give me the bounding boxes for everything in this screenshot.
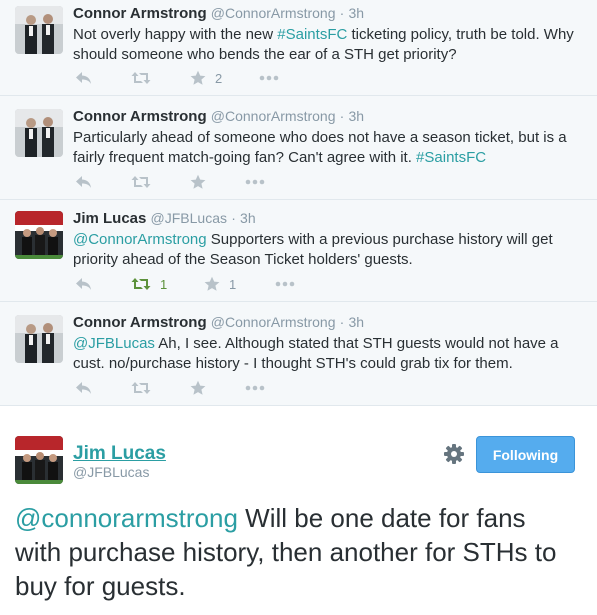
reply-button[interactable] [75,274,92,294]
tweet[interactable]: Connor Armstrong @ConnorArmstrong · 3h @… [0,302,597,406]
author-handle[interactable]: @ConnorArmstrong [211,5,336,21]
hashtag-link[interactable]: #SaintsFC [416,149,486,166]
reply-button[interactable] [75,172,92,192]
tweet[interactable]: Connor Armstrong @ConnorArmstrong · 3h P… [0,96,597,200]
author-name[interactable]: Connor Armstrong [73,108,207,125]
favorite-button[interactable] [190,378,215,398]
author-name[interactable]: Jim Lucas [73,443,166,465]
avatar[interactable] [15,211,63,259]
gear-icon [444,444,464,464]
mention-link[interactable]: @ConnorArmstrong [73,231,207,248]
more-button[interactable] [245,378,265,398]
reply-icon [76,176,91,188]
author-name[interactable]: Connor Armstrong [73,314,207,331]
favorite-count: 1 [229,276,237,292]
reply-button[interactable] [75,378,92,398]
mention-link[interactable]: @JFBLucas [73,335,155,352]
retweet-button[interactable]: 1 [131,274,167,294]
retweet-button[interactable] [131,68,160,88]
retweet-button[interactable] [131,378,160,398]
star-icon [190,380,206,395]
more-dots-icon [245,179,265,185]
timestamp[interactable]: 3h [240,210,256,226]
avatar[interactable] [15,436,63,484]
avatar[interactable] [15,315,63,363]
author-name[interactable]: Jim Lucas [73,210,146,227]
tweet-text: @JFBLucas Ah, I see. Although stated tha… [73,334,585,374]
reply-icon [76,278,91,290]
mention-link[interactable]: @connorarmstrong [15,503,238,533]
reply-icon [76,382,91,394]
separator: · [339,314,345,330]
separator: · [231,210,236,226]
separator: · [339,5,345,21]
retweet-icon [131,278,151,290]
avatar[interactable] [15,6,63,54]
author-handle[interactable]: @ConnorArmstrong [211,108,336,124]
author-handle[interactable]: @JFBLucas [73,464,149,480]
more-button[interactable] [275,274,295,294]
retweet-button[interactable] [131,172,160,192]
avatar[interactable] [15,109,63,157]
tweet-text: @ConnorArmstrong Supporters with a previ… [73,230,585,270]
following-button[interactable]: Following [476,436,575,473]
reply-button[interactable] [75,68,92,88]
retweet-icon [131,72,151,84]
separator: · [339,108,345,124]
favorite-button[interactable]: 2 [190,68,222,88]
tweet[interactable]: Jim Lucas @JFBLucas · 3h @ConnorArmstron… [0,200,597,302]
tweet-text-part: Particularly ahead of someone who does n… [73,129,567,166]
star-icon [190,70,206,85]
favorite-button[interactable]: 1 [204,274,236,294]
more-button[interactable] [245,172,265,192]
main-tweet: Jim Lucas @JFBLucas Following @connorarm… [0,406,597,615]
more-button[interactable] [259,68,279,88]
tweet[interactable]: Connor Armstrong @ConnorArmstrong · 3h N… [0,0,597,96]
tweet-text-part: Not overly happy with the new [73,26,278,43]
timestamp[interactable]: 3h [349,108,365,124]
reply-icon [76,72,91,84]
tweet-text: @connorarmstrong Will be one date for fa… [15,501,575,603]
more-dots-icon [259,75,279,81]
favorite-count: 2 [215,70,223,86]
author-name[interactable]: Connor Armstrong [73,5,207,22]
tweet-text: Not overly happy with the new #SaintsFC … [73,25,585,65]
author-handle[interactable]: @JFBLucas [151,210,227,226]
retweet-icon [131,382,151,394]
star-icon [204,276,220,291]
retweet-count: 1 [160,276,168,292]
hashtag-link[interactable]: #SaintsFC [277,26,347,43]
timestamp[interactable]: 3h [349,5,365,21]
conversation-thread: Connor Armstrong @ConnorArmstrong · 3h N… [0,0,597,406]
more-dots-icon [275,281,295,287]
more-dots-icon [245,385,265,391]
star-icon [190,174,206,189]
settings-button[interactable] [443,443,465,465]
author-handle[interactable]: @ConnorArmstrong [211,314,336,330]
timestamp[interactable]: 3h [349,314,365,330]
tweet-text: Particularly ahead of someone who does n… [73,128,585,168]
retweet-icon [131,176,151,188]
favorite-button[interactable] [190,172,215,192]
